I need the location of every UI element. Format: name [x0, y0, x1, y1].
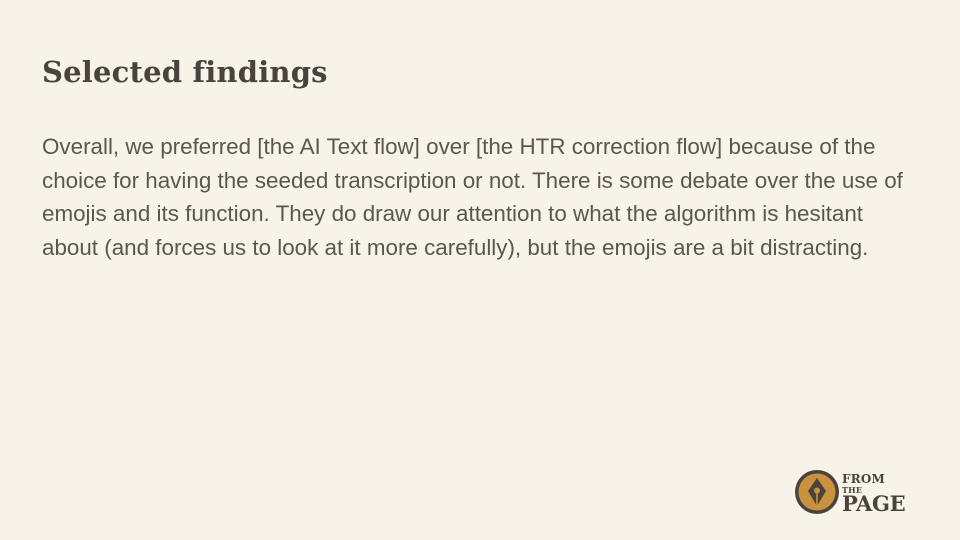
- slide-title: Selected findings: [42, 55, 328, 89]
- logo-text-from: FROM: [842, 472, 886, 486]
- slide: Selected findings Overall, we preferred …: [0, 0, 960, 540]
- logo-wordmark: FROM THE PAGE: [842, 472, 906, 516]
- logo-text-page: PAGE: [842, 491, 906, 516]
- pen-nib-icon: [794, 469, 840, 515]
- fromthepage-logo: FROM THE PAGE: [794, 469, 924, 521]
- slide-body-text: Overall, we preferred [the AI Text flow]…: [42, 134, 903, 260]
